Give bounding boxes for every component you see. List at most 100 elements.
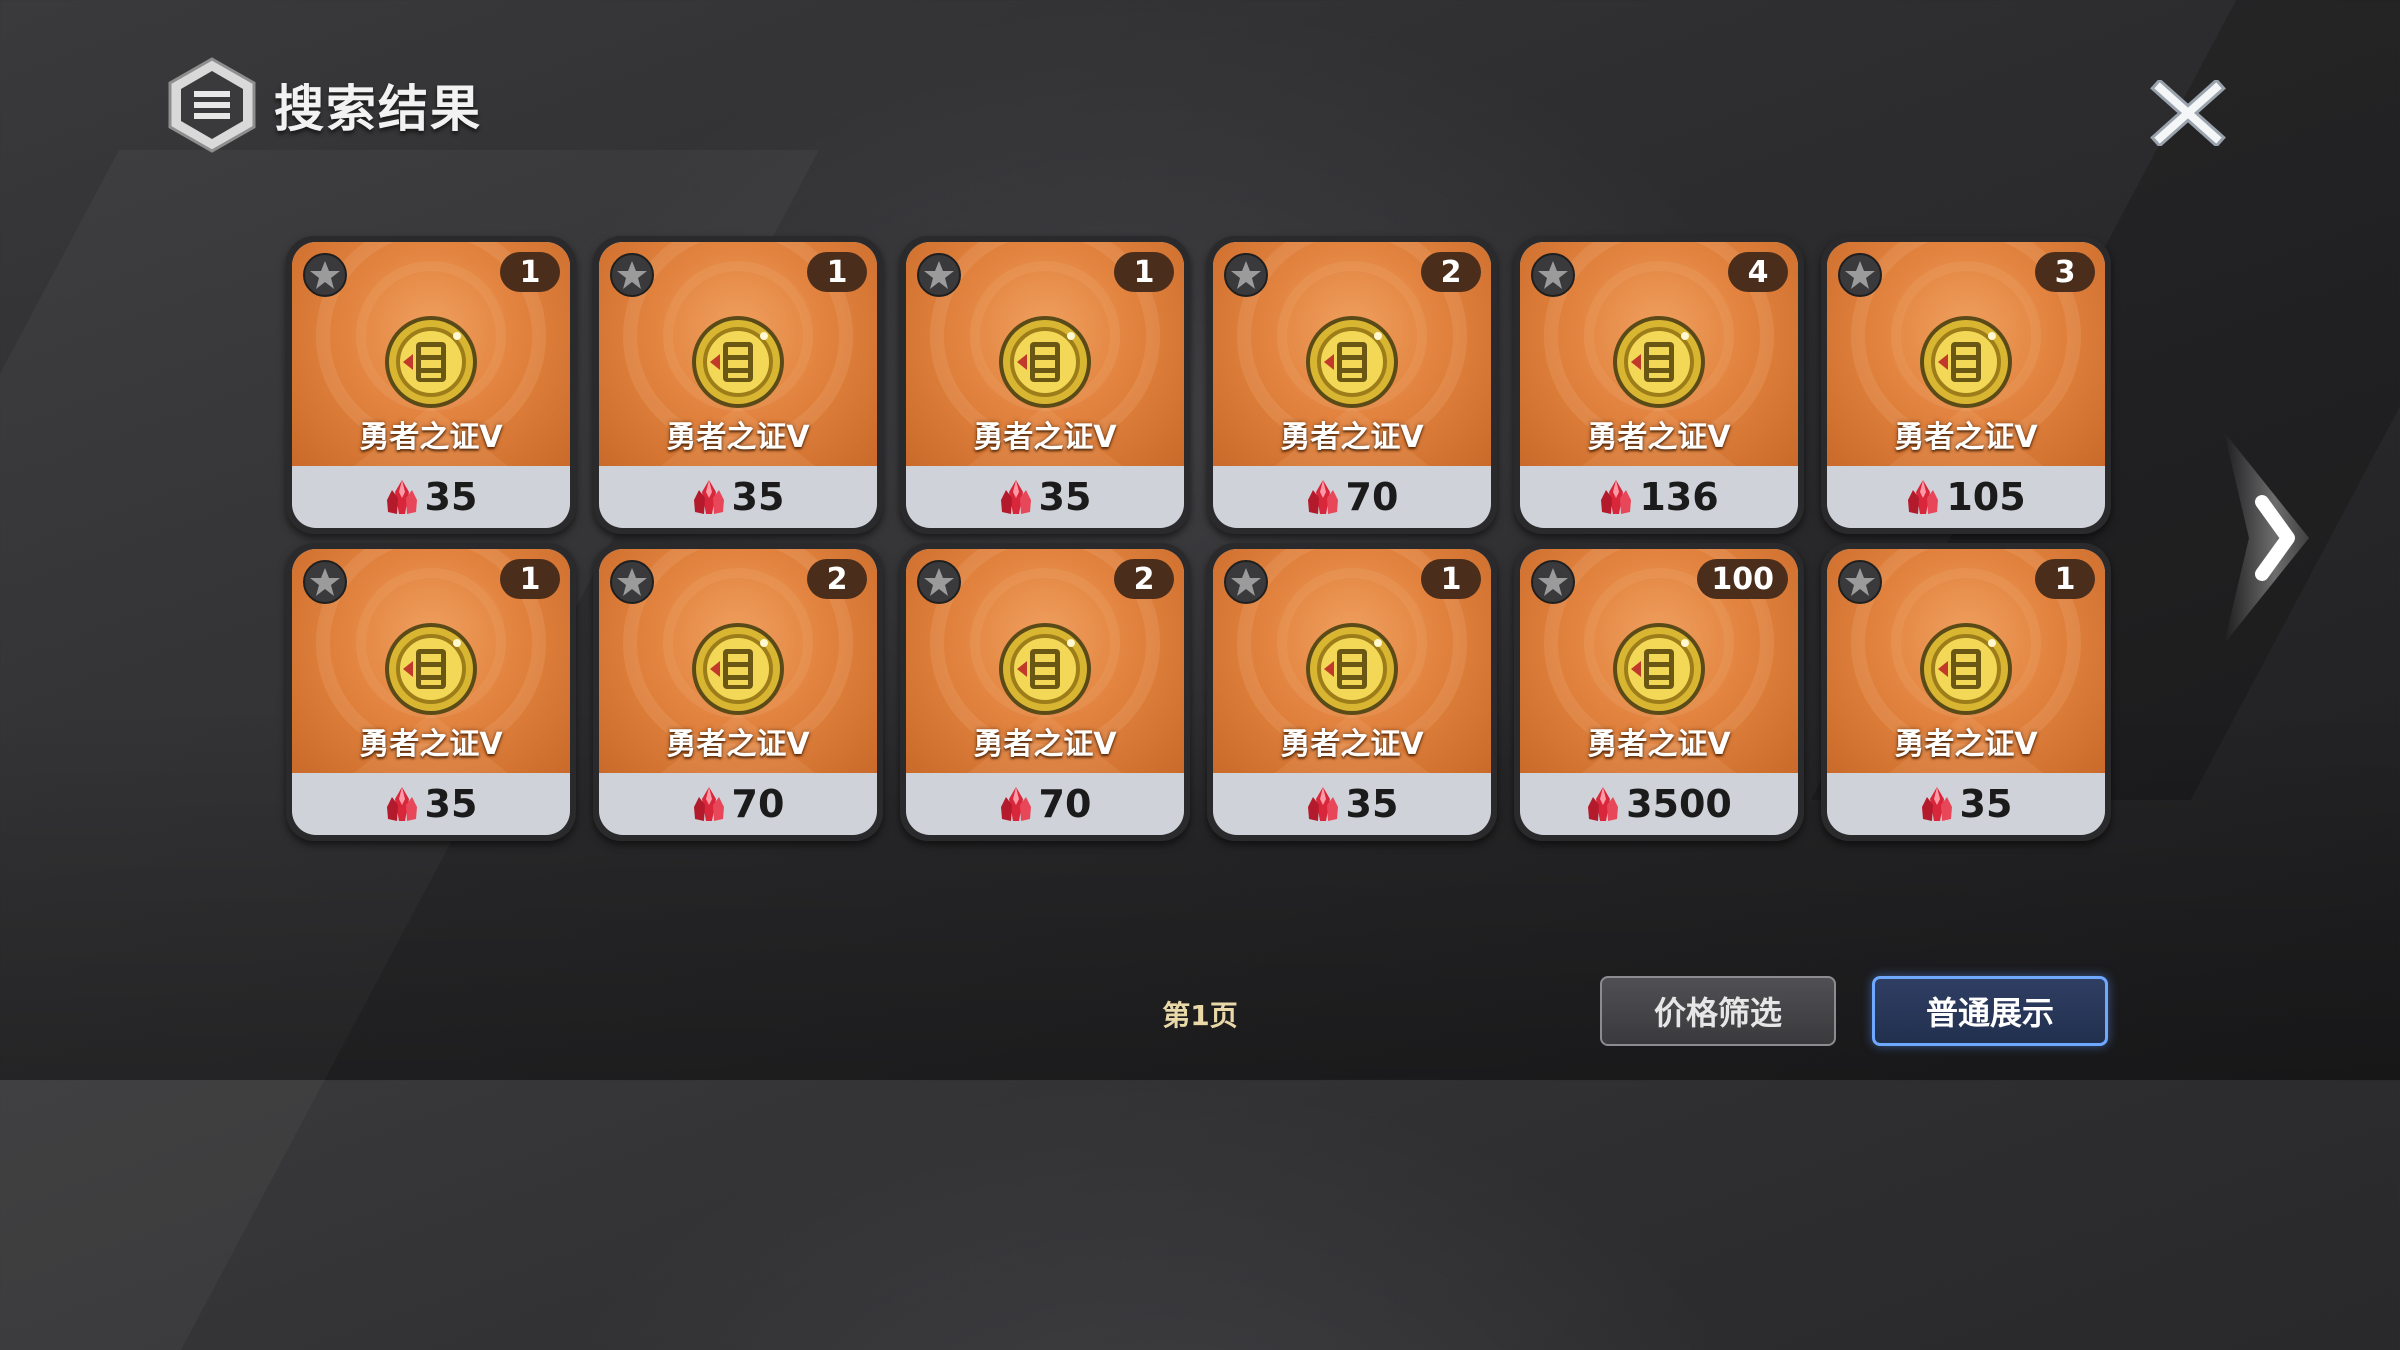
normal-display-button[interactable]: 普通展示 — [1872, 976, 2108, 1046]
quantity-badge: 1 — [500, 559, 560, 599]
quantity-badge: 1 — [2035, 559, 2095, 599]
price-row: 70 — [1213, 466, 1491, 528]
item-name: 勇者之证V — [359, 420, 503, 455]
hero-medal-icon — [999, 316, 1091, 408]
header: 搜索结果 — [162, 57, 482, 153]
favorite-star-icon[interactable] — [1837, 252, 1883, 298]
item-card[interactable]: 100 勇者之证V 3500 — [1514, 543, 1804, 841]
item-price: 35 — [731, 475, 785, 519]
close-icon[interactable] — [2150, 80, 2226, 146]
item-card[interactable]: 1 勇者之证V 35 — [286, 543, 576, 841]
favorite-star-icon[interactable] — [916, 559, 962, 605]
favorite-star-icon[interactable] — [1837, 559, 1883, 605]
quantity-badge: 1 — [1114, 252, 1174, 292]
hero-medal-icon — [1920, 316, 2012, 408]
item-price: 35 — [424, 475, 478, 519]
quantity-badge: 1 — [807, 252, 867, 292]
item-card[interactable]: 1 勇者之证V 35 — [1821, 543, 2111, 841]
item-name: 勇者之证V — [1280, 727, 1424, 762]
item-card[interactable]: 2 勇者之证V 70 — [593, 543, 883, 841]
favorite-star-icon[interactable] — [609, 252, 655, 298]
hero-medal-icon — [1613, 623, 1705, 715]
red-crystal-icon — [693, 787, 724, 821]
item-name: 勇者之证V — [359, 727, 503, 762]
item-card[interactable]: 1 勇者之证V 35 — [900, 236, 1190, 534]
item-card[interactable]: 1 勇者之证V 35 — [286, 236, 576, 534]
price-row: 35 — [906, 466, 1184, 528]
price-row: 3500 — [1520, 773, 1798, 835]
quantity-badge: 1 — [500, 252, 560, 292]
favorite-star-icon[interactable] — [916, 252, 962, 298]
price-row: 70 — [599, 773, 877, 835]
menu-hexagon-icon — [168, 57, 256, 153]
red-crystal-icon — [1307, 787, 1338, 821]
price-row: 136 — [1520, 466, 1798, 528]
item-name: 勇者之证V — [973, 420, 1117, 455]
red-crystal-icon — [693, 480, 724, 514]
favorite-star-icon[interactable] — [609, 559, 655, 605]
price-row: 35 — [1827, 773, 2105, 835]
item-card[interactable]: 3 勇者之证V 105 — [1821, 236, 2111, 534]
item-name: 勇者之证V — [1894, 420, 2038, 455]
favorite-star-icon[interactable] — [1223, 252, 1269, 298]
price-row: 105 — [1827, 466, 2105, 528]
quantity-badge: 4 — [1728, 252, 1788, 292]
item-price: 70 — [1038, 782, 1092, 826]
price-row: 35 — [292, 773, 570, 835]
hero-medal-icon — [692, 316, 784, 408]
item-name: 勇者之证V — [666, 727, 810, 762]
red-crystal-icon — [386, 787, 417, 821]
item-name: 勇者之证V — [1587, 420, 1731, 455]
price-row: 70 — [906, 773, 1184, 835]
next-page-arrow[interactable] — [2214, 432, 2314, 644]
favorite-star-icon[interactable] — [1223, 559, 1269, 605]
quantity-badge: 2 — [1114, 559, 1174, 599]
price-filter-button[interactable]: 价格筛选 — [1600, 976, 1836, 1046]
item-grid: 1 勇者之证V 35 1 勇者之证V 35 1 勇者之证V 35 2 勇者之证V… — [286, 236, 2118, 841]
item-price: 35 — [1959, 782, 2013, 826]
item-price: 35 — [1038, 475, 1092, 519]
red-crystal-icon — [1921, 787, 1952, 821]
red-crystal-icon — [1000, 480, 1031, 514]
hero-medal-icon — [385, 316, 477, 408]
item-price: 3500 — [1626, 782, 1732, 826]
item-card[interactable]: 2 勇者之证V 70 — [900, 543, 1190, 841]
item-card[interactable]: 1 勇者之证V 35 — [593, 236, 883, 534]
red-crystal-icon — [1307, 480, 1338, 514]
item-card[interactable]: 4 勇者之证V 136 — [1514, 236, 1804, 534]
hero-medal-icon — [692, 623, 784, 715]
hero-medal-icon — [1306, 316, 1398, 408]
item-name: 勇者之证V — [666, 420, 810, 455]
hero-medal-icon — [999, 623, 1091, 715]
hero-medal-icon — [1613, 316, 1705, 408]
item-name: 勇者之证V — [973, 727, 1117, 762]
item-price: 35 — [1345, 782, 1399, 826]
favorite-star-icon[interactable] — [302, 559, 348, 605]
quantity-badge: 3 — [2035, 252, 2095, 292]
price-row: 35 — [292, 466, 570, 528]
red-crystal-icon — [1588, 787, 1619, 821]
item-name: 勇者之证V — [1280, 420, 1424, 455]
item-name: 勇者之证V — [1894, 727, 2038, 762]
favorite-star-icon[interactable] — [302, 252, 348, 298]
item-name: 勇者之证V — [1587, 727, 1731, 762]
item-price: 70 — [731, 782, 785, 826]
hero-medal-icon — [385, 623, 477, 715]
page-indicator: 第1页 — [1162, 999, 1238, 1032]
item-price: 105 — [1946, 475, 2026, 519]
page-title: 搜索结果 — [274, 80, 482, 138]
item-price: 70 — [1345, 475, 1399, 519]
favorite-star-icon[interactable] — [1530, 559, 1576, 605]
red-crystal-icon — [1000, 787, 1031, 821]
item-card[interactable]: 1 勇者之证V 35 — [1207, 543, 1497, 841]
hero-medal-icon — [1920, 623, 2012, 715]
red-crystal-icon — [1908, 480, 1939, 514]
quantity-badge: 2 — [807, 559, 867, 599]
quantity-badge: 100 — [1697, 559, 1788, 599]
red-crystal-icon — [1601, 480, 1632, 514]
item-card[interactable]: 2 勇者之证V 70 — [1207, 236, 1497, 534]
red-crystal-icon — [386, 480, 417, 514]
favorite-star-icon[interactable] — [1530, 252, 1576, 298]
item-price: 35 — [424, 782, 478, 826]
item-price: 136 — [1639, 475, 1719, 519]
